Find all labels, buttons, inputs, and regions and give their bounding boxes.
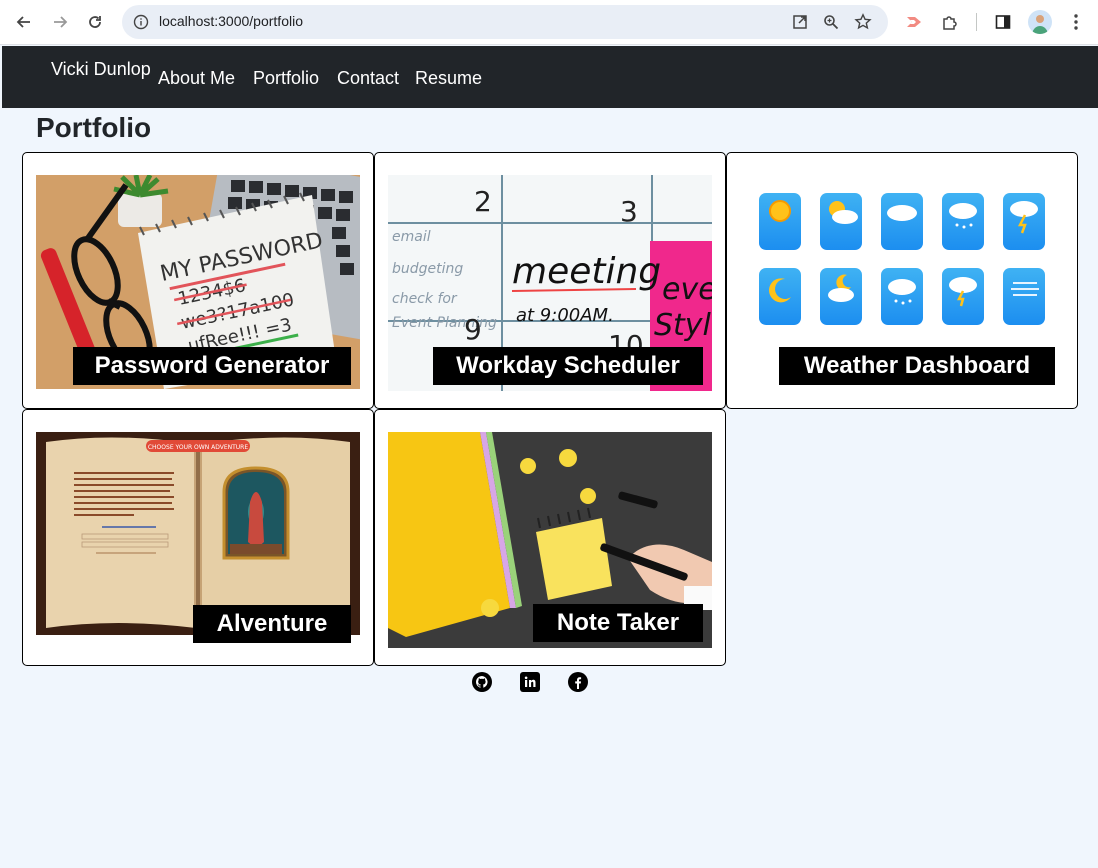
back-arrow-icon[interactable] — [11, 9, 37, 35]
weather-dashboard-title[interactable]: Weather Dashboard — [779, 347, 1055, 385]
weather-dashboard-thumbnail[interactable] — [757, 191, 1049, 327]
reload-icon[interactable] — [82, 9, 108, 35]
address-bar[interactable]: localhost:3000/portfolio — [122, 5, 888, 39]
book-banner: CHOOSE YOUR OWN ADVENTURE — [148, 444, 248, 451]
calendar-day-3: 3 — [620, 195, 638, 228]
url-text[interactable]: localhost:3000/portfolio — [159, 13, 303, 29]
project-card-alventure[interactable]: CHOOSE YOUR OWN ADVENTURE Alventure — [22, 409, 374, 666]
browser-toolbar: localhost:3000/portfolio — [0, 0, 1098, 45]
nav-resume[interactable]: Resume — [415, 68, 482, 89]
linkedin-icon[interactable] — [520, 672, 540, 692]
open-in-app-icon[interactable] — [791, 13, 809, 31]
facebook-icon[interactable] — [568, 672, 588, 692]
zoom-icon[interactable] — [822, 13, 840, 31]
calendar-note-3: check for — [392, 291, 458, 307]
nav-portfolio[interactable]: Portfolio — [253, 68, 319, 89]
extension-arrow-icon[interactable] — [903, 11, 925, 33]
project-card-note-taker[interactable]: Note Taker — [374, 409, 726, 666]
toolbar-divider — [976, 13, 977, 31]
calendar-pink-note-1: even — [662, 272, 712, 307]
bookmark-star-icon[interactable] — [854, 13, 872, 31]
github-icon[interactable] — [472, 672, 492, 692]
extensions-puzzle-icon[interactable] — [939, 11, 961, 33]
project-card-weather-dashboard[interactable]: Weather Dashboard — [726, 152, 1078, 409]
workday-scheduler-title[interactable]: Workday Scheduler — [433, 347, 703, 385]
brand-name[interactable]: Vicki Dunlop — [51, 59, 151, 80]
calendar-note-2: budgeting — [392, 261, 463, 277]
project-card-password-generator[interactable]: MY PASSWORD 1234$6 we3?17a100 ufRee!!! =… — [22, 152, 374, 409]
nav-contact[interactable]: Contact — [337, 68, 399, 89]
calendar-day-9: 9 — [464, 313, 482, 346]
calendar-day-2: 2 — [474, 185, 492, 218]
calendar-meeting-word: meeting — [512, 251, 661, 292]
site-navbar: Vicki Dunlop About Me Portfolio Contact … — [2, 46, 1098, 108]
note-taker-title[interactable]: Note Taker — [533, 604, 703, 642]
calendar-pink-note-2: Styli — [654, 308, 712, 343]
password-generator-title[interactable]: Password Generator — [73, 347, 351, 385]
page-title: Portfolio — [36, 112, 152, 143]
side-panel-icon[interactable] — [992, 11, 1014, 33]
calendar-time: at 9:00AM. — [516, 305, 614, 326]
profile-avatar[interactable] — [1028, 10, 1052, 34]
alventure-title[interactable]: Alventure — [193, 605, 351, 643]
forward-arrow-icon[interactable] — [47, 9, 73, 35]
menu-dots-icon[interactable] — [1065, 11, 1087, 33]
project-card-workday-scheduler[interactable]: 2 3 meeting at 9:00AM. email budgeting c… — [374, 152, 726, 409]
nav-about-me[interactable]: About Me — [158, 68, 235, 89]
site-info-icon[interactable] — [132, 13, 150, 31]
calendar-note-1: email — [392, 229, 431, 245]
